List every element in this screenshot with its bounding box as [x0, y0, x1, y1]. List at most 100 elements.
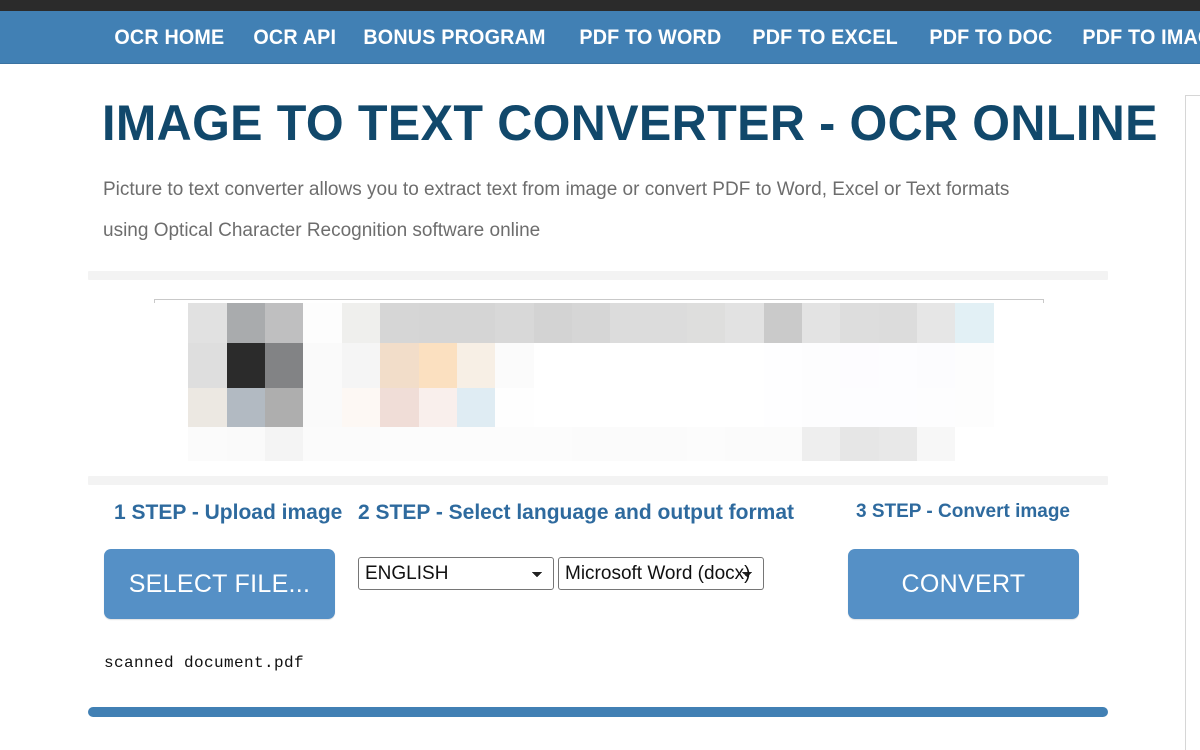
- preview-pixel-block: [879, 388, 917, 427]
- preview-pixel-block: [955, 303, 994, 343]
- preview-pixel-row: [150, 427, 1112, 461]
- preview-pixel-block: [840, 427, 879, 461]
- right-panel-edge: [1185, 95, 1200, 750]
- preview-pixel-row: [150, 303, 1112, 343]
- divider-above-preview: [88, 271, 1108, 280]
- preview-pixel-block: [610, 343, 649, 388]
- preview-pixel-block: [419, 343, 457, 388]
- preview-pixel-block: [649, 343, 687, 388]
- main-navigation-bar: OCR HOME OCR API BONUS PROGRAM PDF TO WORD P…: [0, 11, 1200, 64]
- preview-pixel-block: [342, 427, 380, 461]
- preview-pixel-block: [802, 388, 840, 427]
- preview-pixel-block: [955, 388, 994, 427]
- preview-pixel-block: [303, 303, 342, 343]
- nav-item-list: OCR HOME OCR API BONUS PROGRAM PDF TO WORD P…: [104, 11, 1200, 64]
- preview-pixel-block: [419, 427, 457, 461]
- nav-pdf-to-doc[interactable]: PDF TO DOC: [919, 26, 1063, 50]
- preview-pixel-block: [687, 343, 725, 388]
- preview-pixel-block: [764, 343, 802, 388]
- preview-pixel-block: [572, 303, 610, 343]
- preview-pixel-block: [649, 303, 687, 343]
- preview-pixel-block: [303, 427, 342, 461]
- nav-ocr-api[interactable]: OCR API: [243, 26, 347, 50]
- preview-pixel-block: [419, 388, 457, 427]
- bottom-accent-bar: [88, 707, 1108, 717]
- preview-pixel-block: [725, 427, 764, 461]
- nav-pdf-to-excel[interactable]: PDF TO EXCEL: [742, 26, 908, 50]
- preview-pixel-block: [495, 343, 534, 388]
- preview-pixel-block: [150, 343, 188, 388]
- language-select[interactable]: ENGLISH: [358, 557, 554, 590]
- preview-pixel-block: [994, 303, 1032, 343]
- output-format-select[interactable]: Microsoft Word (docx): [558, 557, 764, 590]
- preview-pixel-block: [380, 427, 419, 461]
- select-file-button[interactable]: SELECT FILE...: [104, 549, 335, 619]
- preview-pixel-block: [227, 388, 265, 427]
- preview-pixel-block: [188, 303, 227, 343]
- preview-pixel-block: [802, 427, 840, 461]
- step-3-label: 3 STEP - Convert image: [856, 501, 1070, 522]
- preview-pixel-block: [840, 388, 879, 427]
- preview-pixel-block: [380, 343, 419, 388]
- preview-pixel-block: [150, 427, 188, 461]
- preview-pixel-block: [610, 388, 649, 427]
- preview-pixel-block: [572, 388, 610, 427]
- preview-pixel-block: [534, 388, 572, 427]
- preview-pixel-block: [572, 427, 610, 461]
- step-1-label: 1 STEP - Upload image: [114, 501, 343, 524]
- preview-pixel-block: [802, 303, 840, 343]
- preview-pixel-block: [534, 343, 572, 388]
- preview-pixel-block: [687, 303, 725, 343]
- preview-pixel-block: [342, 343, 380, 388]
- preview-pixel-block: [457, 388, 495, 427]
- preview-pixel-block: [917, 427, 955, 461]
- preview-pixel-block: [227, 303, 265, 343]
- preview-pixel-block: [342, 303, 380, 343]
- convert-button[interactable]: CONVERT: [848, 549, 1079, 619]
- page-content: IMAGE TO TEXT CONVERTER - OCR ONLINE Pic…: [0, 64, 1185, 750]
- nav-ocr-home[interactable]: OCR HOME: [104, 26, 235, 50]
- preview-pixel-block: [649, 388, 687, 427]
- preview-pixel-block: [994, 388, 1032, 427]
- nav-bonus-program[interactable]: BONUS PROGRAM: [353, 26, 556, 50]
- preview-pixel-block: [303, 388, 342, 427]
- preview-pixel-block: [534, 303, 572, 343]
- preview-pixel-block: [534, 427, 572, 461]
- preview-pixel-row: [150, 343, 1112, 388]
- preview-pixel-row: [150, 388, 1112, 427]
- preview-pixel-block: [610, 427, 649, 461]
- preview-pixel-block: [649, 427, 687, 461]
- preview-pixel-block: [150, 388, 188, 427]
- preview-pixel-block: [457, 303, 495, 343]
- step-2-label: 2 STEP - Select language and output form…: [358, 501, 795, 524]
- preview-pixel-block: [687, 427, 725, 461]
- preview-pixel-block: [380, 388, 419, 427]
- preview-pixel-block: [265, 427, 303, 461]
- preview-pixel-block: [687, 388, 725, 427]
- preview-pixel-block: [457, 343, 495, 388]
- preview-pixel-block: [917, 388, 955, 427]
- nav-pdf-to-image[interactable]: PDF TO IMAGE: [1072, 26, 1200, 50]
- preview-pixel-block: [725, 303, 764, 343]
- preview-pixel-block: [150, 303, 188, 343]
- preview-pixel-block: [457, 427, 495, 461]
- preview-pixel-block: [764, 303, 802, 343]
- preview-pixel-block: [303, 343, 342, 388]
- nav-pdf-to-word[interactable]: PDF TO WORD: [569, 26, 732, 50]
- browser-top-strip: [0, 0, 1200, 11]
- preview-pixel-block: [495, 388, 534, 427]
- page-subtitle: Picture to text converter allows you to …: [103, 179, 1010, 241]
- preview-pixel-block: [764, 388, 802, 427]
- preview-pixel-block: [879, 303, 917, 343]
- document-preview[interactable]: [150, 303, 1112, 461]
- preview-pixel-block: [725, 388, 764, 427]
- preview-pixel-block: [380, 303, 419, 343]
- preview-pixel-block: [227, 427, 265, 461]
- preview-pixel-block: [994, 427, 1032, 461]
- preview-pixel-block: [879, 343, 917, 388]
- preview-pixel-block: [419, 303, 457, 343]
- preview-pixel-block: [495, 427, 534, 461]
- preview-pixel-block: [265, 343, 303, 388]
- preview-pixel-block: [188, 343, 227, 388]
- preview-pixel-block: [917, 303, 955, 343]
